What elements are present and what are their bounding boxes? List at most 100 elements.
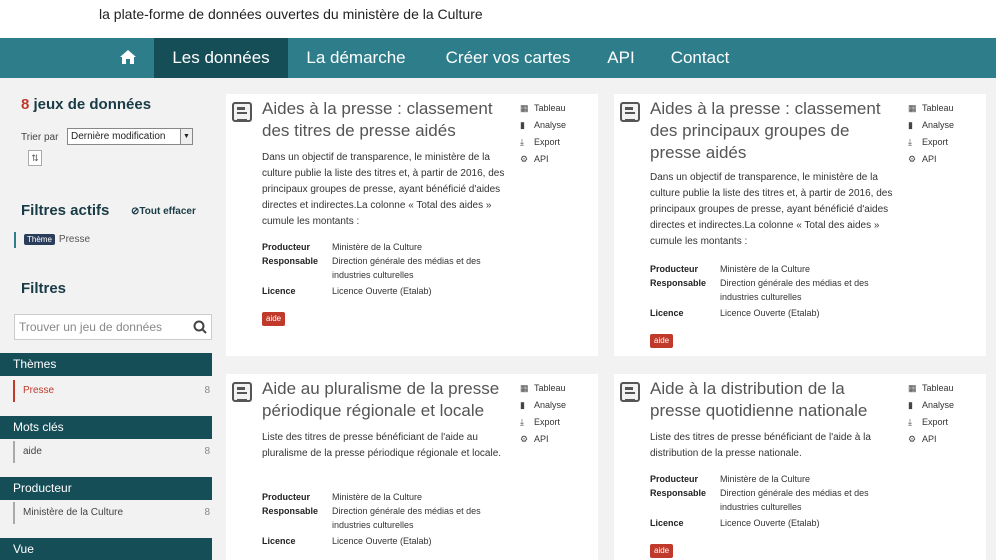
action-label: Tableau: [534, 103, 566, 113]
dataset-meta: Producteur Ministère de la Culture Respon…: [650, 262, 896, 320]
producer-value: Ministère de la Culture: [720, 474, 811, 484]
download-icon: ⤓: [908, 417, 912, 427]
search-icon[interactable]: [193, 320, 207, 334]
facet-keywords-item[interactable]: aide 8: [13, 441, 212, 463]
facet-item-count: 8: [204, 446, 210, 457]
filters-title: Filtres: [21, 280, 67, 297]
gear-icon: ⚙: [520, 434, 529, 444]
action-analysis[interactable]: ▮ Analyse: [908, 117, 954, 134]
action-api[interactable]: ⚙ API: [908, 151, 954, 168]
table-icon: ▦: [520, 383, 529, 393]
license-label: Licence: [262, 536, 296, 546]
facet-item-label: aide: [23, 446, 42, 457]
nav-creer-vos-cartes[interactable]: Créer vos cartes: [424, 38, 592, 78]
action-label: Export: [922, 417, 949, 427]
nav-home[interactable]: [104, 38, 152, 78]
facet-view-header[interactable]: Vue: [0, 538, 212, 560]
dataset-count: 8 jeux de données: [21, 96, 151, 113]
action-table[interactable]: ▦ Tableau: [520, 380, 566, 397]
action-analysis[interactable]: ▮ Analyse: [520, 397, 566, 414]
nav-contact[interactable]: Contact: [650, 38, 750, 78]
action-export[interactable]: ⤓ Export: [908, 134, 954, 151]
clear-all-label: Tout effacer: [139, 206, 196, 217]
dataset-description: Liste des titres de presse bénéficiant d…: [650, 432, 871, 459]
action-label: API: [922, 434, 937, 444]
facet-producer-item[interactable]: Ministère de la Culture 8: [13, 502, 212, 524]
site-header: la plate-forme de données ouvertes du mi…: [0, 0, 996, 38]
search-placeholder: Trouver un jeu de données: [19, 320, 162, 334]
responsible-label: Responsable: [262, 256, 319, 266]
dataset-card: Aides à la presse : classement des titre…: [226, 94, 598, 356]
action-label: Tableau: [922, 383, 954, 393]
responsible-value: Direction générale des médias et des ind…: [332, 256, 481, 280]
dataset-title[interactable]: Aide à la distribution de la presse quot…: [650, 378, 896, 422]
dataset-title[interactable]: Aide au pluralisme de la presse périodiq…: [262, 378, 508, 422]
chevron-down-icon: ▼: [180, 129, 192, 144]
download-icon: ⤓: [520, 417, 524, 427]
gear-icon: ⚙: [908, 434, 917, 444]
action-table[interactable]: ▦ Tableau: [908, 380, 954, 397]
dataset-meta: Producteur Ministère de la Culture Respon…: [650, 472, 896, 530]
action-label: Tableau: [534, 383, 566, 393]
home-icon: [120, 50, 136, 65]
sort-select[interactable]: Dernière modification ▼: [67, 128, 193, 145]
nav-les-donnees[interactable]: Les données: [154, 38, 288, 78]
dataset-card: Aide au pluralisme de la presse périodiq…: [226, 374, 598, 560]
active-filter-tag[interactable]: Thème Presse: [14, 232, 90, 248]
dataset-description: Dans un objectif de transparence, le min…: [262, 152, 505, 227]
chart-icon: ▮: [908, 400, 913, 410]
facet-themes-item[interactable]: Presse 8: [13, 380, 212, 402]
sort-direction-button[interactable]: ⇅: [28, 150, 42, 166]
action-api[interactable]: ⚙ API: [908, 431, 954, 448]
responsible-value: Direction générale des médias et des ind…: [720, 278, 869, 302]
gear-icon: ⚙: [908, 154, 917, 164]
action-export[interactable]: ⤓ Export: [520, 414, 566, 431]
dataset-meta: Producteur Ministère de la Culture Respon…: [262, 490, 508, 548]
keyword-tag[interactable]: aide: [262, 312, 286, 326]
dataset-title[interactable]: Aides à la presse : classement des titre…: [262, 98, 508, 142]
action-api[interactable]: ⚙ API: [520, 431, 566, 448]
dataset-icon: [620, 102, 640, 122]
license-value: Licence Ouverte (Etalab): [720, 518, 820, 528]
facet-item-label: Ministère de la Culture: [23, 507, 124, 518]
keyword-tag[interactable]: aide: [650, 334, 674, 348]
action-label: API: [534, 154, 549, 164]
action-export[interactable]: ⤓ Export: [520, 134, 566, 151]
action-analysis[interactable]: ▮ Analyse: [520, 117, 566, 134]
table-icon: ▦: [520, 103, 529, 113]
action-table[interactable]: ▦ Tableau: [520, 100, 566, 117]
responsible-label: Responsable: [650, 488, 707, 498]
responsible-value: Direction générale des médias et des ind…: [720, 488, 869, 512]
keyword-tag[interactable]: aide: [650, 544, 674, 558]
dataset-card: Aide à la distribution de la presse quot…: [614, 374, 986, 560]
facet-themes-header[interactable]: Thèmes: [0, 353, 212, 376]
action-analysis[interactable]: ▮ Analyse: [908, 397, 954, 414]
license-value: Licence Ouverte (Etalab): [720, 308, 820, 318]
facet-keywords-header[interactable]: Mots clés: [0, 416, 212, 439]
nav-la-demarche[interactable]: La démarche: [288, 38, 424, 78]
sort-label: Trier par: [21, 132, 59, 143]
active-filter-value: Presse: [58, 234, 91, 245]
action-label: API: [534, 434, 549, 444]
facet-producer-header[interactable]: Producteur: [0, 477, 212, 500]
dataset-title[interactable]: Aides à la presse : classement des princ…: [650, 98, 896, 164]
action-label: Analyse: [534, 120, 567, 130]
action-export[interactable]: ⤓ Export: [908, 414, 954, 431]
chart-icon: ▮: [520, 400, 525, 410]
nav-api[interactable]: API: [592, 38, 650, 78]
producer-label: Producteur: [262, 242, 311, 252]
responsible-value: Direction générale des médias et des ind…: [332, 506, 481, 530]
table-icon: ▦: [908, 383, 917, 393]
license-label: Licence: [650, 518, 684, 528]
dataset-search-input[interactable]: Trouver un jeu de données: [14, 314, 212, 340]
clear-all-button[interactable]: ⊘Tout effacer: [131, 206, 196, 217]
action-label: Tableau: [922, 103, 954, 113]
action-label: Analyse: [534, 400, 567, 410]
dataset-icon: [232, 382, 252, 402]
producer-value: Ministère de la Culture: [720, 264, 811, 274]
license-value: Licence Ouverte (Etalab): [332, 286, 432, 296]
action-api[interactable]: ⚙ API: [520, 151, 566, 168]
action-label: Export: [534, 417, 561, 427]
action-table[interactable]: ▦ Tableau: [908, 100, 954, 117]
active-filters-title: Filtres actifs: [21, 202, 110, 219]
